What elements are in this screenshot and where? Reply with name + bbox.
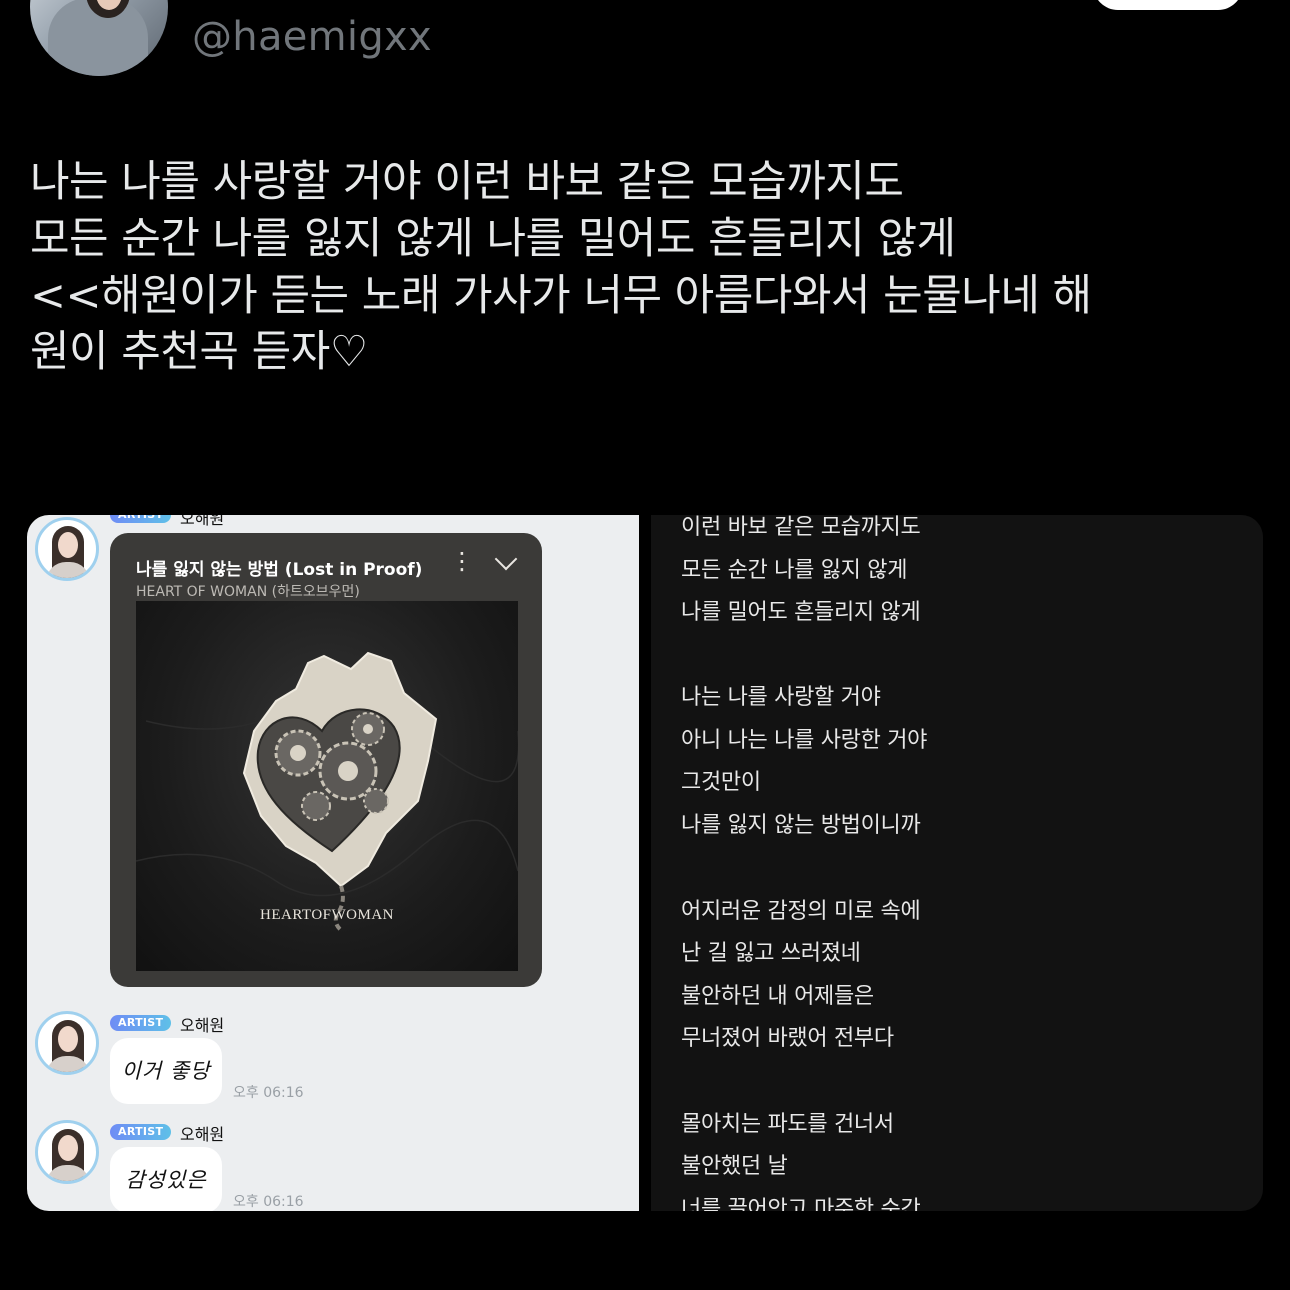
tweet-line: <<해원이가 듣는 노래 가사가 너무 아름다와서 눈물나네 해 <box>30 270 1092 321</box>
song-artist: HEART OF WOMAN (하트오브우먼) <box>136 584 360 600</box>
sender-name: 오해원 <box>180 1125 225 1144</box>
lyric-line: 나는 나를 사랑할 거야 <box>681 685 881 710</box>
music-card[interactable]: 나를 잃지 않는 방법 (Lost in Proof) HEART OF WOM… <box>110 533 542 987</box>
sender-name: 오해원 <box>180 1016 225 1035</box>
message-time: 오후 06:16 <box>233 1194 304 1210</box>
chat-screenshot[interactable]: ARTIST 오해원 나를 잃지 않는 방법 (Lost in Proof) H… <box>27 515 639 1211</box>
tweet-line: 원이 추천곡 듣자♡ <box>30 327 368 378</box>
message-time: 오후 06:16 <box>233 1085 304 1101</box>
lyrics-screenshot[interactable]: 이런 바보 같은 모습까지도 모든 순간 나를 잃지 않게 나를 밀어도 흔들리… <box>651 515 1263 1211</box>
lyric-line: 나를 밀어도 흔들리지 않게 <box>681 600 921 625</box>
lyric-line: 이런 바보 같은 모습까지도 <box>681 515 921 540</box>
chevron-down-icon[interactable] <box>494 547 518 571</box>
lyric-line: 난 길 잃고 쓰러졌네 <box>681 941 861 966</box>
song-title: 나를 잃지 않는 방법 (Lost in Proof) <box>136 560 423 580</box>
lyric-line: 그것만이 <box>681 770 761 795</box>
tweet-text: 나는 나를 사랑할 거야 이런 바보 같은 모습까지도 모든 순간 나를 잃지 … <box>30 154 1270 381</box>
follow-button[interactable] <box>1093 0 1243 10</box>
lyric-line: 어지러운 감정의 미로 속에 <box>681 899 921 924</box>
lyric-line: 불안했던 날 <box>681 1154 788 1179</box>
profile-avatar[interactable] <box>30 0 168 76</box>
sender-name: 오해원 <box>180 515 225 528</box>
lyric-line: 나를 잃지 않는 방법이니까 <box>681 813 921 838</box>
avatar-face <box>58 1026 78 1052</box>
avatar-face <box>58 532 78 558</box>
artist-badge: ARTIST <box>110 1124 172 1140</box>
more-options-icon[interactable]: ⋮ <box>450 547 474 575</box>
tweet-line: 모든 순간 나를 잃지 않게 나를 밀어도 흔들리지 않게 <box>30 213 956 264</box>
avatar-face <box>58 1135 78 1161</box>
tweet-line: 나는 나를 사랑할 거야 이런 바보 같은 모습까지도 <box>30 157 904 207</box>
user-handle[interactable]: @haemigxx <box>192 14 432 60</box>
message-bubble[interactable]: 감성있은 <box>110 1147 222 1211</box>
message-bubble[interactable]: 이거 좋당 <box>110 1038 222 1104</box>
artist-badge: ARTIST <box>110 515 172 523</box>
lyric-line: 불안하던 내 어제들은 <box>681 984 874 1009</box>
lyric-line: 몰아치는 파도를 건너서 <box>681 1112 894 1137</box>
lyric-line: 너를 끌어안고 마주한 순간 <box>681 1197 921 1211</box>
album-text: HEARTOFWOMAN <box>260 907 394 923</box>
lyric-line: 무너졌어 바랬어 전부다 <box>681 1026 894 1051</box>
chat-avatar <box>35 1120 99 1184</box>
album-cover[interactable]: HEARTOFWOMAN <box>135 601 520 971</box>
chat-avatar <box>35 1011 99 1075</box>
lyric-line: 모든 순간 나를 잃지 않게 <box>681 558 908 583</box>
tweet-media[interactable]: ARTIST 오해원 나를 잃지 않는 방법 (Lost in Proof) H… <box>27 515 1263 1211</box>
artist-badge: ARTIST <box>110 1015 172 1031</box>
lyric-line: 아니 나는 나를 사랑한 거야 <box>681 728 928 753</box>
chat-avatar <box>35 517 99 581</box>
